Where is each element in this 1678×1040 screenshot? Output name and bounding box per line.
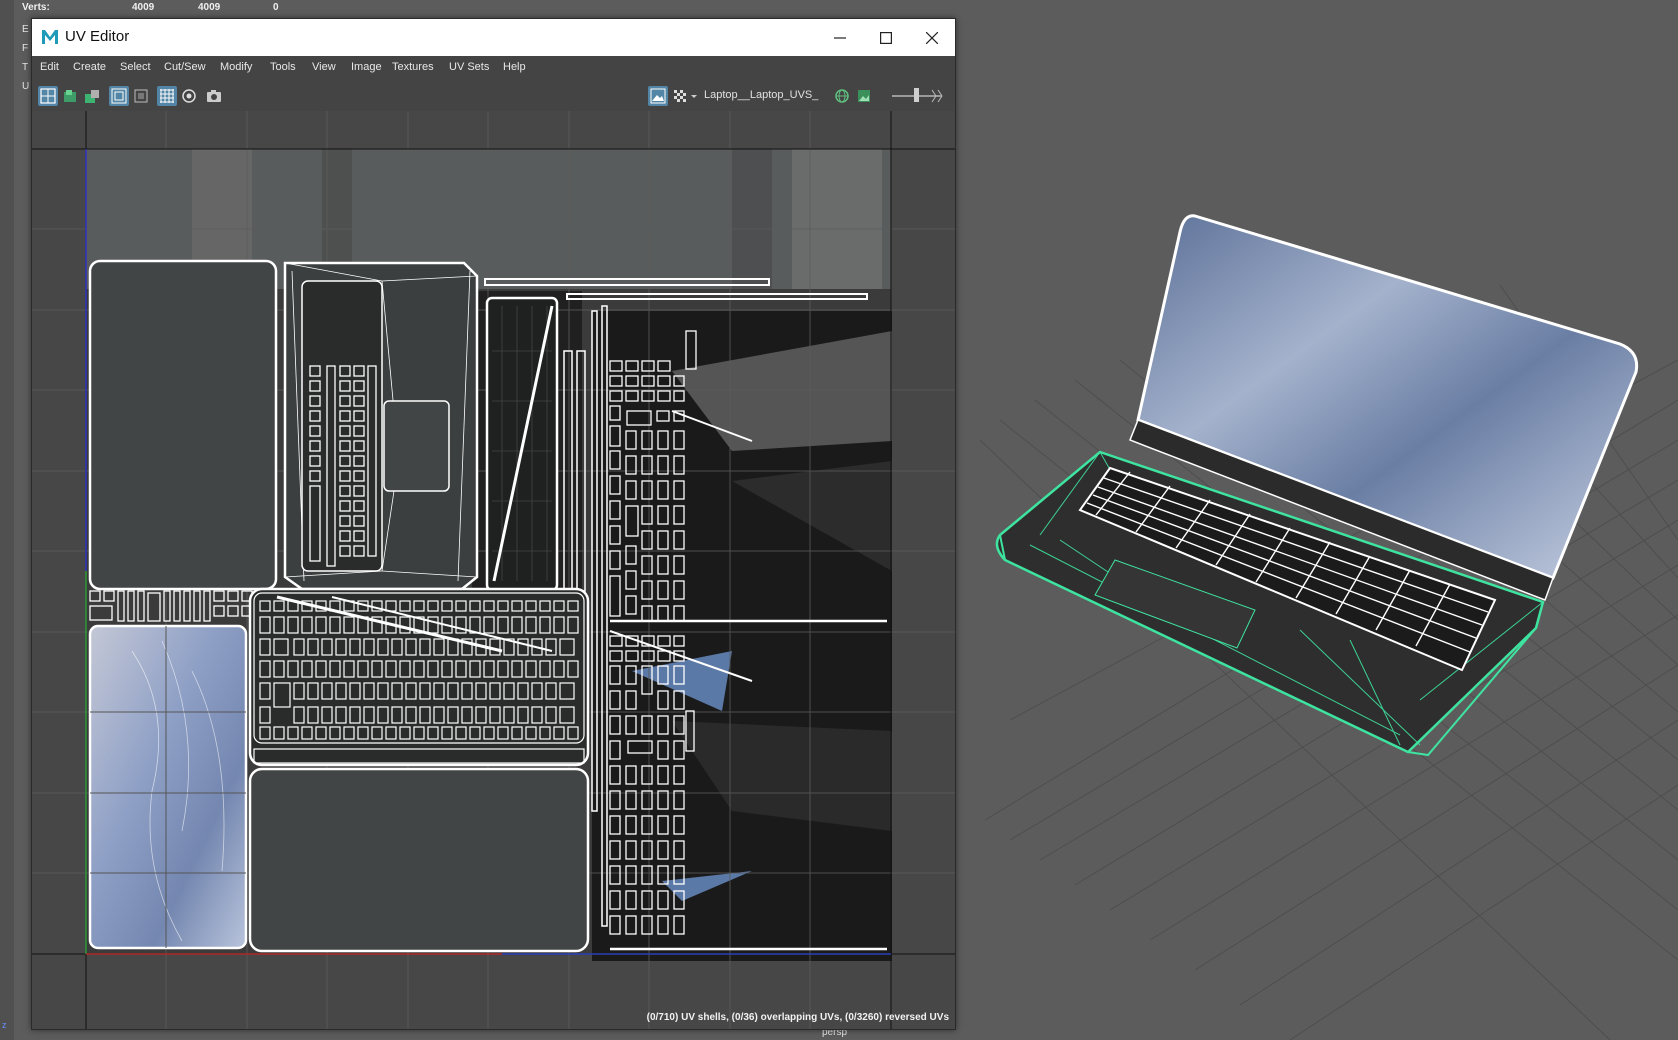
close-button[interactable] — [909, 19, 955, 56]
shell-button[interactable] — [60, 86, 80, 106]
hud-value: 4009 — [132, 2, 155, 13]
uv-select-button[interactable] — [38, 86, 58, 106]
wireframe-icon — [111, 88, 127, 104]
maximize-icon — [880, 31, 892, 44]
grid-icon — [160, 89, 174, 103]
hud-side-label: F — [22, 43, 29, 54]
checker-button[interactable] — [670, 86, 690, 106]
snapshot-button[interactable] — [204, 86, 224, 106]
snap-icon — [182, 89, 196, 103]
menu-bar: Edit Create Select Cut/Sew Modify Tools … — [32, 56, 955, 80]
texture-image-button[interactable] — [854, 86, 874, 106]
uv-editor-window[interactable]: UV Editor Edit Create Select Cut/Sew Mod… — [31, 18, 956, 1030]
menu-help[interactable]: Help — [503, 61, 526, 73]
hud-label: Verts: — [22, 2, 50, 13]
window-title: UV Editor — [65, 28, 130, 45]
uv-layout[interactable] — [32, 111, 955, 1029]
menu-uv-sets[interactable]: UV Sets — [449, 61, 489, 73]
uv-shell[interactable] — [248, 767, 590, 953]
uv-grid-icon — [40, 88, 56, 104]
maximize-button[interactable] — [863, 19, 909, 56]
menu-select[interactable]: Select — [120, 61, 151, 73]
texture-icon — [858, 90, 870, 102]
image-icon — [650, 88, 666, 104]
uv-canvas[interactable]: (0/710) UV shells, (0/36) overlapping UV… — [32, 111, 955, 1029]
hud-verts-row: Verts: 4009 4009 0 — [22, 2, 282, 14]
minimize-button[interactable] — [817, 19, 863, 56]
axis-marker: z — [2, 1020, 7, 1030]
uv-status-readout: (0/710) UV shells, (0/36) overlapping UV… — [646, 1012, 949, 1023]
menu-textures[interactable]: Textures — [392, 61, 434, 73]
exposure-slider-thumb[interactable] — [914, 88, 919, 102]
maya-logo-icon — [40, 27, 60, 47]
menu-image[interactable]: Image — [351, 61, 382, 73]
close-icon — [926, 31, 938, 44]
uv-set-label[interactable]: Laptop__Laptop_UVS_ — [704, 89, 818, 101]
hud-side-label: E — [22, 24, 29, 35]
menu-tools[interactable]: Tools — [270, 61, 296, 73]
shell-border-button[interactable] — [82, 86, 102, 106]
menu-edit[interactable]: Edit — [40, 61, 59, 73]
hud-side-label: T — [22, 62, 29, 73]
menu-cut-sew[interactable]: Cut/Sew — [164, 61, 206, 73]
display-image-button[interactable] — [648, 86, 668, 106]
wireframe-toggle-button[interactable] — [109, 86, 129, 106]
left-dock-strip: z — [0, 0, 14, 1040]
pixel-snap-button[interactable] — [179, 86, 199, 106]
laptop-model[interactable] — [995, 214, 1639, 757]
menu-create[interactable]: Create — [73, 61, 106, 73]
camera-icon — [207, 90, 221, 102]
toolbar-overflow-button[interactable] — [928, 86, 946, 106]
shaded-icon — [134, 89, 148, 103]
shell-border-icon — [85, 90, 99, 103]
title-bar[interactable]: UV Editor — [32, 19, 955, 56]
chevron-down-icon — [691, 95, 697, 98]
uv-distortion-button[interactable] — [832, 86, 852, 106]
minimize-icon — [834, 36, 846, 39]
overflow-icon — [931, 89, 943, 103]
uv-shell-touchpad[interactable] — [383, 400, 450, 492]
hud-side-label: U — [22, 81, 30, 92]
shell-icon — [64, 90, 76, 102]
hud-value: 4009 — [198, 2, 221, 13]
shaded-toggle-button[interactable] — [131, 86, 151, 106]
menu-modify[interactable]: Modify — [220, 61, 252, 73]
menu-view[interactable]: View — [312, 61, 336, 73]
toolbar: Laptop__Laptop_UVS_ — [32, 80, 955, 110]
grid-toggle-button[interactable] — [157, 86, 177, 106]
uv-shell[interactable] — [88, 259, 278, 591]
checker-options-dropdown[interactable] — [688, 86, 700, 106]
hud-value: 0 — [273, 2, 279, 13]
checker-icon — [674, 90, 686, 102]
globe-icon — [835, 89, 849, 103]
